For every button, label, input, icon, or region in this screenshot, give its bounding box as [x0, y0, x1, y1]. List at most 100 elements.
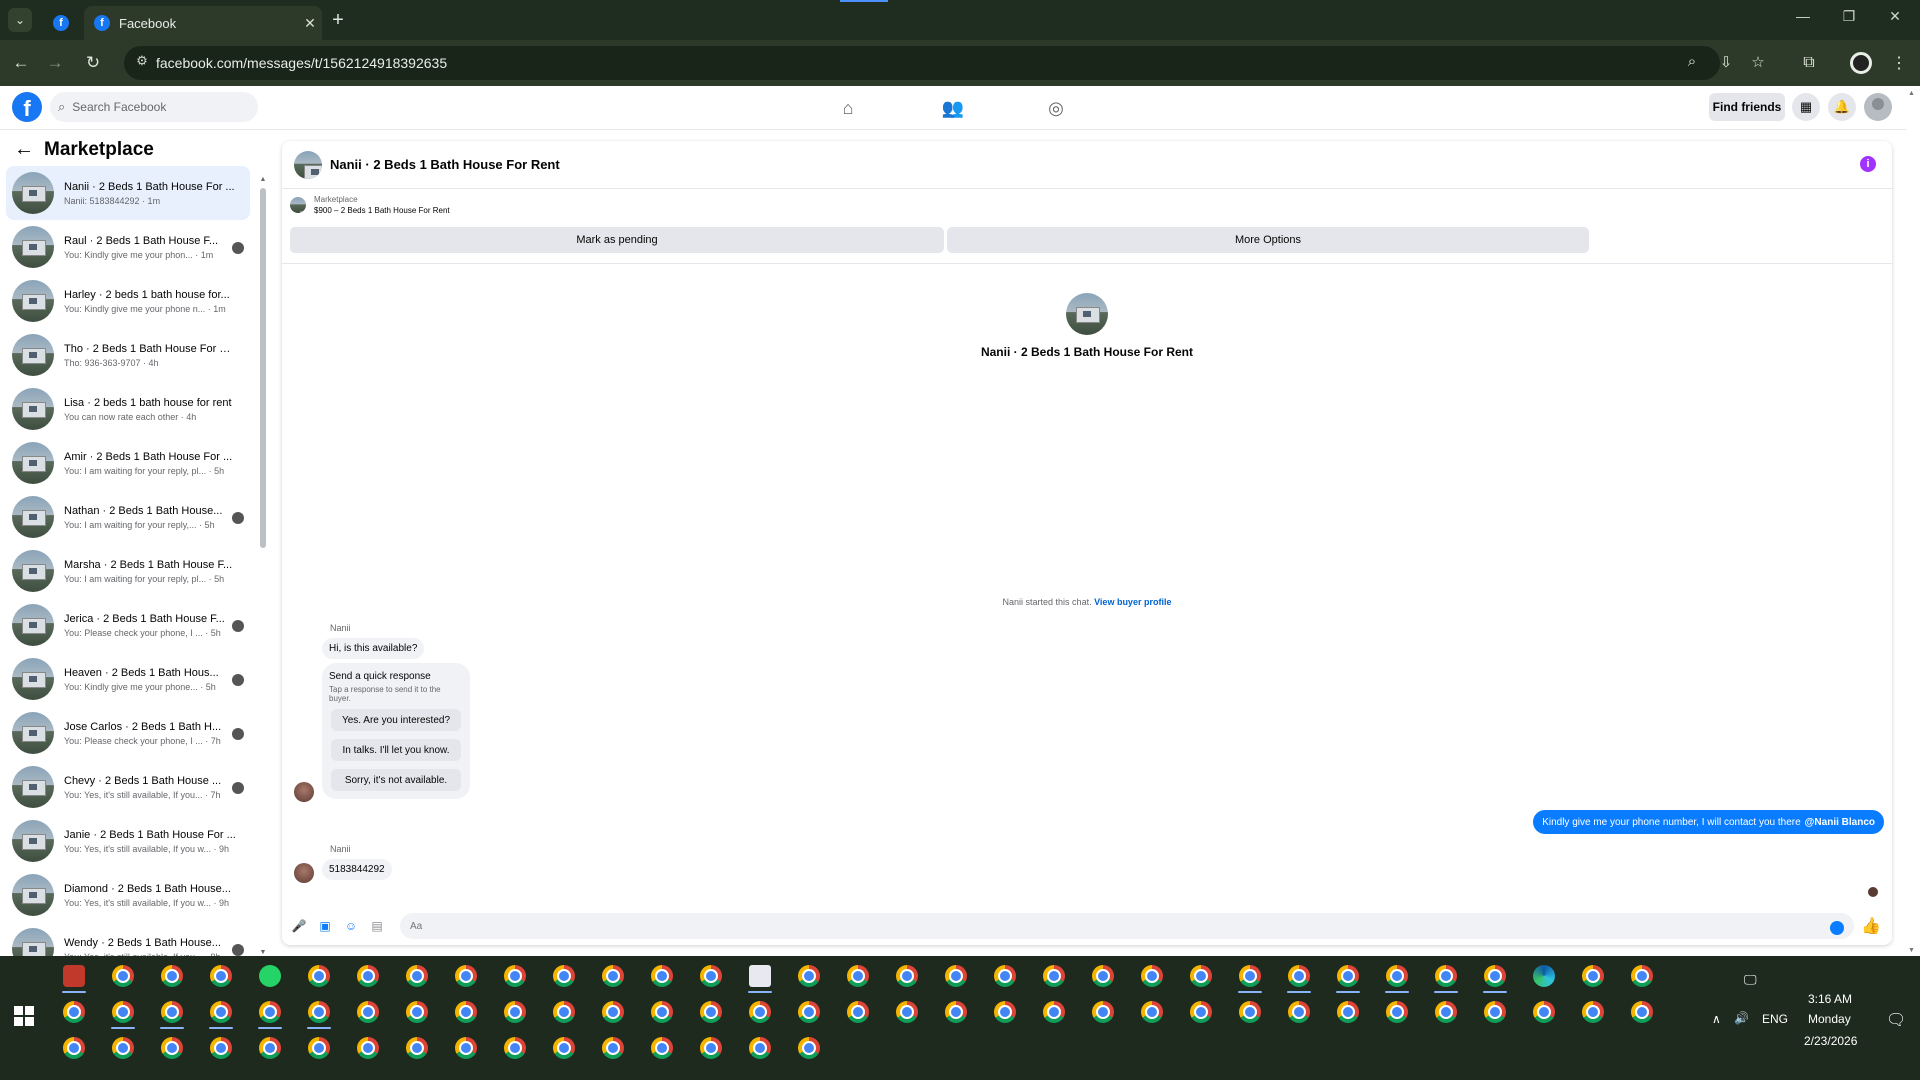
- clock-day[interactable]: Monday: [1808, 1012, 1851, 1026]
- chrome-icon[interactable]: [593, 994, 633, 1030]
- sticker-icon[interactable]: ☺: [344, 919, 358, 933]
- chrome-icon[interactable]: [495, 994, 535, 1030]
- tab-search-icon[interactable]: ⌄: [8, 8, 32, 32]
- chrome-icon[interactable]: [495, 958, 535, 994]
- chrome-icon[interactable]: [348, 958, 388, 994]
- chrome-icon[interactable]: [495, 1030, 535, 1066]
- find-friends-button[interactable]: Find friends: [1709, 93, 1785, 121]
- chrome-icon[interactable]: [54, 994, 94, 1030]
- chrome-icon[interactable]: [789, 1030, 829, 1066]
- forward-icon[interactable]: →: [42, 50, 68, 76]
- chrome-icon[interactable]: [397, 994, 437, 1030]
- whatsapp-icon[interactable]: [250, 958, 290, 994]
- document-app-icon[interactable]: [740, 958, 780, 994]
- chrome-icon[interactable]: [887, 958, 927, 994]
- app-icon[interactable]: [54, 958, 94, 994]
- chrome-icon[interactable]: [1132, 958, 1172, 994]
- view-buyer-profile-link[interactable]: View buyer profile: [1094, 597, 1171, 607]
- chrome-icon[interactable]: [299, 958, 339, 994]
- chrome-icon[interactable]: [201, 994, 241, 1030]
- chrome-icon[interactable]: [1377, 958, 1417, 994]
- scroll-down-icon[interactable]: ▼: [259, 949, 267, 956]
- chrome-icon[interactable]: [1573, 958, 1613, 994]
- sender-avatar[interactable]: [294, 863, 314, 883]
- chrome-icon[interactable]: [1475, 994, 1515, 1030]
- info-icon[interactable]: i: [1860, 156, 1876, 172]
- chrome-icon[interactable]: [936, 958, 976, 994]
- chrome-icon[interactable]: [593, 958, 633, 994]
- pinned-tab[interactable]: f: [44, 6, 78, 40]
- mention-tag[interactable]: @Nanii Blanco: [1805, 817, 1875, 828]
- chrome-icon[interactable]: [1132, 994, 1172, 1030]
- chrome-icon[interactable]: [446, 994, 486, 1030]
- chrome-icon[interactable]: [54, 1030, 94, 1066]
- chrome-icon[interactable]: [1279, 994, 1319, 1030]
- chrome-icon[interactable]: [1426, 958, 1466, 994]
- zoom-icon[interactable]: ⌕: [1682, 53, 1702, 73]
- conversation-item[interactable]: Marsha · 2 Beds 1 Bath House F... You: I …: [6, 544, 250, 598]
- bookmark-star-icon[interactable]: ☆: [1748, 53, 1768, 73]
- chrome-icon[interactable]: [887, 994, 927, 1030]
- quick-reply-yes[interactable]: Yes. Are you interested?: [331, 709, 461, 731]
- scroll-up-icon[interactable]: ▲: [1908, 90, 1915, 97]
- reload-icon[interactable]: ↻: [80, 50, 106, 76]
- chrome-icon[interactable]: [103, 958, 143, 994]
- browser-menu-icon[interactable]: ⋮: [1886, 50, 1912, 76]
- chrome-icon[interactable]: [740, 1030, 780, 1066]
- notification-center-icon[interactable]: 🗨: [1886, 1010, 1906, 1030]
- scrollbar-thumb[interactable]: [260, 188, 266, 548]
- chrome-icon[interactable]: [936, 994, 976, 1030]
- photo-icon[interactable]: ▣: [318, 919, 332, 933]
- chrome-icon[interactable]: [250, 994, 290, 1030]
- chrome-icon[interactable]: [1181, 994, 1221, 1030]
- menu-grid-icon[interactable]: ▦: [1792, 93, 1820, 121]
- chrome-icon[interactable]: [152, 1030, 192, 1066]
- search-placeholder[interactable]: Search Facebook: [72, 100, 166, 114]
- language-indicator[interactable]: ENG: [1762, 1012, 1788, 1026]
- page-scrollbar[interactable]: ▲ ▼: [1906, 86, 1920, 956]
- thumbs-up-icon[interactable]: 👍: [1861, 917, 1881, 935]
- chrome-icon[interactable]: [789, 958, 829, 994]
- chrome-icon[interactable]: [691, 1030, 731, 1066]
- chrome-icon[interactable]: [1622, 958, 1662, 994]
- chrome-icon[interactable]: [299, 994, 339, 1030]
- chrome-icon[interactable]: [642, 1030, 682, 1066]
- chrome-icon[interactable]: [691, 994, 731, 1030]
- chrome-icon[interactable]: [348, 1030, 388, 1066]
- message-input[interactable]: [400, 913, 1854, 939]
- chrome-icon[interactable]: [397, 1030, 437, 1066]
- chrome-icon[interactable]: [789, 994, 829, 1030]
- new-tab-button[interactable]: +: [326, 8, 350, 32]
- chrome-icon[interactable]: [1034, 994, 1074, 1030]
- chrome-icon[interactable]: [1524, 994, 1564, 1030]
- chrome-icon[interactable]: [1083, 994, 1123, 1030]
- install-app-icon[interactable]: ⇩: [1716, 53, 1736, 73]
- close-tab-icon[interactable]: ✕: [298, 15, 322, 32]
- chrome-icon[interactable]: [152, 994, 192, 1030]
- marketplace-listing-bar[interactable]: Marketplace $900 – 2 Beds 1 Bath House F…: [290, 195, 450, 215]
- mark-pending-button[interactable]: Mark as pending: [290, 227, 944, 253]
- conversation-item[interactable]: Nathan · 2 Beds 1 Bath House... You: I am…: [6, 490, 250, 544]
- chrome-icon[interactable]: [593, 1030, 633, 1066]
- tray-overflow-icon[interactable]: ∧: [1712, 1012, 1721, 1026]
- chrome-icon[interactable]: [691, 958, 731, 994]
- volume-icon[interactable]: 🔊: [1734, 1011, 1749, 1025]
- account-avatar[interactable]: [1864, 93, 1892, 121]
- sender-avatar[interactable]: [294, 782, 314, 802]
- conversation-item[interactable]: Jerica · 2 Beds 1 Bath House F... You: Pl…: [6, 598, 250, 652]
- chrome-icon[interactable]: [103, 1030, 143, 1066]
- chrome-icon[interactable]: [103, 994, 143, 1030]
- chrome-icon[interactable]: [838, 958, 878, 994]
- chrome-icon[interactable]: [642, 958, 682, 994]
- sidebar-scrollbar[interactable]: ▲ ▼: [259, 176, 267, 956]
- tray-display-icon[interactable]: 🖵: [1744, 972, 1757, 988]
- chrome-icon[interactable]: [1622, 994, 1662, 1030]
- chrome-icon[interactable]: [1426, 994, 1466, 1030]
- chrome-icon[interactable]: [985, 994, 1025, 1030]
- extensions-icon[interactable]: ⧉: [1796, 50, 1822, 76]
- chrome-icon[interactable]: [740, 994, 780, 1030]
- windows-start-icon[interactable]: [14, 1006, 34, 1026]
- chrome-icon[interactable]: [446, 1030, 486, 1066]
- close-window-button[interactable]: ✕: [1872, 8, 1918, 32]
- conversation-item[interactable]: Harley · 2 beds 1 bath house for... You: …: [6, 274, 250, 328]
